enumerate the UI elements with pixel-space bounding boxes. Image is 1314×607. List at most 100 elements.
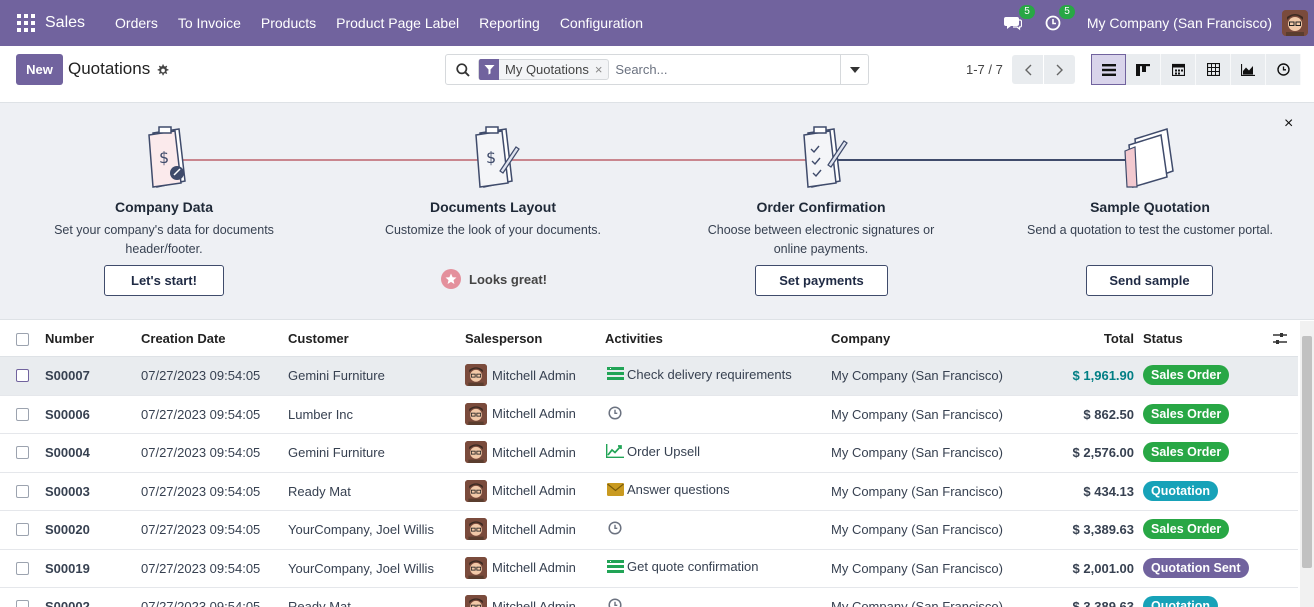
user-avatar[interactable] <box>1282 10 1308 36</box>
activity-cell: Order Upsell <box>606 442 700 460</box>
clipboard-pen-icon: $ <box>475 126 520 188</box>
order-total: $ 3,389.63 <box>1072 522 1134 537</box>
salesperson-name: Mitchell Admin <box>492 483 576 498</box>
column-number[interactable]: Number <box>45 331 94 346</box>
app-brand[interactable]: Sales <box>45 14 85 32</box>
row-checkbox[interactable] <box>16 407 29 421</box>
salesperson-avatar[interactable] <box>465 479 487 502</box>
menu-orders[interactable]: Orders <box>105 15 168 31</box>
menu-reporting[interactable]: Reporting <box>469 15 550 31</box>
gear-icon[interactable] <box>156 64 169 77</box>
lets-start-button[interactable]: Let's start! <box>104 265 224 296</box>
salesperson-avatar[interactable] <box>465 518 487 540</box>
row-checkbox[interactable] <box>16 484 29 498</box>
column-salesperson[interactable]: Salesperson <box>465 331 542 346</box>
activity-cell: Get quote confirmation <box>606 558 759 576</box>
row-checkbox[interactable] <box>16 369 29 382</box>
column-customer[interactable]: Customer <box>288 331 349 346</box>
step-description: Send a quotation to test the customer po… <box>1027 223 1273 237</box>
salesperson-avatar[interactable] <box>465 556 487 579</box>
search-input[interactable] <box>615 62 831 77</box>
table-row[interactable]: S00002 07/27/2023 09:54:05 Ready Mat Mitche… <box>0 588 1298 607</box>
clock-icon <box>1045 15 1061 31</box>
column-company[interactable]: Company <box>831 331 890 346</box>
list-icon[interactable] <box>606 365 624 383</box>
search-icon[interactable] <box>456 62 470 77</box>
row-checkbox[interactable] <box>16 561 29 575</box>
messaging-button[interactable]: 5 <box>1001 5 1035 35</box>
filter-icon <box>479 59 499 80</box>
view-graph-button[interactable] <box>1231 54 1266 85</box>
order-total: $ 434.13 <box>1083 483 1134 499</box>
close-onboarding-icon[interactable]: × <box>1284 115 1293 133</box>
row-checkbox[interactable] <box>16 523 29 536</box>
new-button[interactable]: New <box>16 54 63 85</box>
send-sample-button[interactable]: Send sample <box>1086 265 1213 296</box>
status-badge: Quotation Sent <box>1143 557 1249 578</box>
view-calendar-button[interactable] <box>1161 54 1196 85</box>
menu-products[interactable]: Products <box>251 15 326 31</box>
set-payments-button[interactable]: Set payments <box>755 265 888 296</box>
list-icon[interactable] <box>606 558 624 576</box>
table-row[interactable]: S00019 07/27/2023 09:54:05 YourCompany, Jo… <box>0 550 1298 588</box>
creation-date: 07/27/2023 09:54:05 <box>141 445 261 460</box>
step-description: Customize the look of your documents. <box>384 223 602 237</box>
pager-next-button[interactable] <box>1044 55 1075 84</box>
column-total[interactable]: Total <box>1104 331 1134 346</box>
salesperson-avatar[interactable] <box>465 364 487 386</box>
column-creation-date[interactable]: Creation Date <box>141 331 226 346</box>
control-panel: New Quotations My Quotations × 1-7 / 7 <box>0 46 1314 103</box>
menu-to-invoice[interactable]: To Invoice <box>168 15 251 31</box>
customer-name: Ready Mat <box>288 483 351 499</box>
clock-icon[interactable] <box>606 519 624 537</box>
select-all-checkbox[interactable] <box>16 333 29 346</box>
column-status[interactable]: Status <box>1143 331 1183 346</box>
vertical-scrollbar[interactable] <box>1300 321 1314 607</box>
order-number: S00004 <box>45 445 90 460</box>
company-switcher[interactable]: My Company (San Francisco) <box>1087 15 1272 31</box>
view-activity-button[interactable] <box>1266 54 1301 85</box>
view-list-button[interactable] <box>1091 54 1126 85</box>
order-number: S00019 <box>45 560 90 576</box>
scrollbar-thumb[interactable] <box>1302 336 1312 568</box>
salesperson-avatar[interactable] <box>465 441 487 463</box>
activities-button[interactable]: 5 <box>1041 5 1075 35</box>
step-description: Choose between electronic signatures or … <box>707 223 935 256</box>
chat-icon <box>1003 17 1022 31</box>
table-row[interactable]: S00007 07/27/2023 09:54:05 Gemini Furnitur… <box>0 357 1298 396</box>
optional-columns-icon[interactable] <box>1273 332 1287 345</box>
salesperson-avatar[interactable] <box>465 402 487 425</box>
order-total: $ 1,961.90 <box>1072 368 1134 383</box>
facet-remove-icon[interactable]: × <box>595 62 609 77</box>
chart-icon[interactable] <box>606 442 624 460</box>
status-badge: Sales Order <box>1143 442 1230 462</box>
view-pivot-button[interactable] <box>1196 54 1231 85</box>
pager-value[interactable]: 1-7 / 7 <box>966 62 1003 77</box>
row-checkbox[interactable] <box>16 446 29 459</box>
clock-icon[interactable] <box>606 404 624 422</box>
activity-summary: Check delivery requirements <box>627 366 792 382</box>
quotations-list: Number Creation Date Customer Salesperso… <box>0 321 1298 607</box>
activity-cell <box>606 519 627 537</box>
customer-name: YourCompany, Joel Willis <box>288 560 434 576</box>
salesperson-avatar[interactable] <box>465 595 487 607</box>
view-kanban-button[interactable] <box>1126 54 1161 85</box>
apps-grid-icon[interactable] <box>17 14 35 32</box>
chevron-right-icon <box>1056 64 1063 75</box>
caret-down-icon <box>849 66 860 73</box>
envelope-icon[interactable] <box>606 481 624 499</box>
table-row[interactable]: S00020 07/27/2023 09:54:05 YourCompany, Jo… <box>0 511 1298 550</box>
search-options-toggle[interactable] <box>840 55 868 84</box>
column-activities[interactable]: Activities <box>605 331 663 346</box>
clock-icon[interactable] <box>606 596 624 607</box>
table-row[interactable]: S00004 07/27/2023 09:54:05 Gemini Furnitur… <box>0 434 1298 473</box>
search-facet: My Quotations × <box>478 59 610 80</box>
salesperson-name: Mitchell Admin <box>492 444 576 460</box>
pager-previous-button[interactable] <box>1012 55 1043 84</box>
menu-product-page-label[interactable]: Product Page Label <box>326 15 469 31</box>
table-row[interactable]: S00006 07/27/2023 09:54:05 Lumber Inc Mitch… <box>0 396 1298 434</box>
creation-date: 07/27/2023 09:54:05 <box>141 599 261 607</box>
menu-configuration[interactable]: Configuration <box>550 15 653 31</box>
row-checkbox[interactable] <box>16 600 29 607</box>
table-row[interactable]: S00003 07/27/2023 09:54:05 Ready Mat Mitche… <box>0 473 1298 511</box>
